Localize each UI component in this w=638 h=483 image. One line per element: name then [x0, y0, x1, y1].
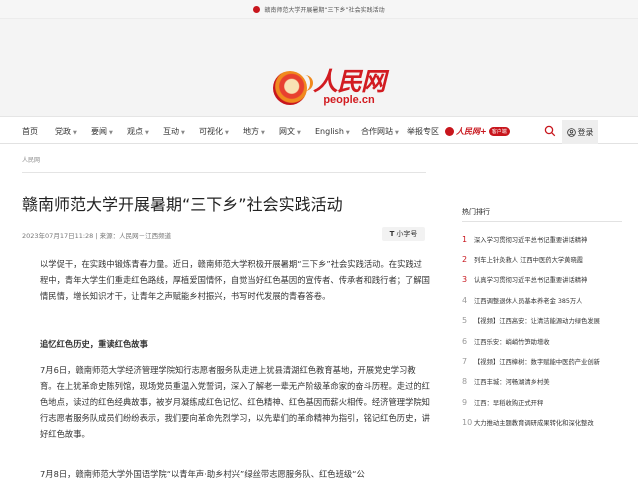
top-bar-title: 赣南师范大学开展暑期“三下乡”社会实践活动: [264, 6, 385, 14]
list-item[interactable]: 3 认真学习贯彻习近平总书记重要讲话精神: [462, 270, 622, 290]
nav-item-interact[interactable]: 互动 ▼: [163, 120, 185, 144]
hot-ranking-title: 热门排行: [462, 207, 622, 222]
header: 人民网 people.cn: [0, 19, 638, 117]
search-icon[interactable]: [544, 125, 556, 137]
divider: [22, 172, 426, 173]
main-nav: 首页 党政 ▼ 要闻 ▼ 观点 ▼ 互动 ▼ 可视化 ▼ 地方 ▼ 网文 ▼ English ▼…: [0, 120, 638, 144]
chevron-down-icon: ▼: [225, 130, 229, 136]
article-paragraph: 7月6日，赣南师范大学经济管理学院知行志愿者服务队走进上犹县清湖红色教育基地，开…: [40, 365, 430, 439]
list-item[interactable]: 7 【视频】江西樟树：数字赋能中医药产业创新: [462, 351, 622, 371]
list-item[interactable]: 10 大力推动主题教育调研成果转化和深化整改: [462, 413, 622, 433]
chevron-down-icon: ▼: [345, 130, 350, 136]
nav-item-local[interactable]: 地方 ▼: [243, 120, 265, 144]
logo-emblem-icon: [273, 70, 313, 105]
chevron-down-icon: ▼: [181, 130, 185, 136]
nav-item-opinion[interactable]: 观点 ▼: [127, 120, 149, 144]
list-item[interactable]: 4 江西调整退休人员基本养老金 385万人: [462, 290, 622, 310]
nav-item-news[interactable]: 要闻 ▼: [91, 120, 113, 144]
article-paragraph: 以学促干，在实践中锻炼青春力量。近日，赣南师范大学积极开展暑期“三下乡”社会实践…: [40, 259, 430, 301]
nav-item-english[interactable]: English ▼: [315, 120, 350, 144]
list-item[interactable]: 1 深入学习贯彻习近平总书记重要讲话精神: [462, 229, 622, 249]
chevron-down-icon: ▼: [145, 130, 149, 136]
login-label: 登录: [577, 127, 594, 137]
logo-cn-text: 人民网: [313, 67, 386, 96]
list-item[interactable]: 6 江西乐安：峭峭竹笋助增收: [462, 331, 622, 351]
app-badge: 客户端: [488, 127, 510, 136]
list-item[interactable]: 2 列车上针灸救人 江西中医药大学黄晓霞: [462, 249, 622, 269]
chevron-down-icon: ▼: [261, 130, 265, 136]
people-app-icon: [445, 127, 454, 136]
article-paragraph: 7月8日，赣南师范大学外国语学院“以青年声·助乡村兴”绿丝带志愿服务队、红色班级…: [40, 469, 365, 479]
font-size-button[interactable]: T 小字号: [382, 227, 425, 241]
nav-item-home[interactable]: 首页: [22, 120, 38, 144]
user-icon: [566, 127, 576, 137]
article-meta: 2023年07月17日11:28 | 来源：人民网－江西频道: [22, 232, 172, 240]
app-logo-text: 人民网+: [456, 126, 487, 136]
hot-ranking-list: 1 深入学习贯彻习近平总书记重要讲话精神 2 列车上针灸救人 江西中医药大学黄晓霞 …: [462, 229, 622, 433]
chevron-down-icon: ▼: [395, 130, 399, 136]
top-bar: 赣南师范大学开展暑期“三下乡”社会实践活动: [0, 0, 638, 19]
article-subheading: 追忆红色历史，重读红色故事: [40, 339, 148, 349]
nav-item-report[interactable]: 举报专区: [407, 120, 439, 144]
nav-item-partners[interactable]: 合作网站 ▼: [361, 120, 399, 144]
login-button[interactable]: 登录: [562, 120, 598, 144]
list-item[interactable]: 9 江西：早稻收购正式开秤: [462, 392, 622, 412]
chevron-down-icon: ▼: [73, 130, 77, 136]
site-logo[interactable]: 人民网 people.cn: [273, 67, 386, 106]
list-item[interactable]: 5 【视频】江西高安：让清洁能源动力绿色发展: [462, 311, 622, 331]
logo-en-text: people.cn: [323, 94, 375, 106]
font-size-label: 小字号: [396, 230, 418, 238]
nav-item-web-culture[interactable]: 网文 ▼: [279, 120, 301, 144]
hot-ranking: 热门排行 1 深入学习贯彻习近平总书记重要讲话精神 2 列车上针灸救人 江西中医药大…: [462, 207, 622, 433]
nav-item-politics[interactable]: 党政 ▼: [55, 120, 77, 144]
article-title: 赣南师范大学开展暑期“三下乡”社会实践活动: [22, 195, 343, 214]
font-size-icon: T: [389, 230, 395, 238]
people-logo-icon: [253, 5, 261, 13]
nav-item-visual[interactable]: 可视化 ▼: [199, 120, 229, 144]
chevron-down-icon: ▼: [109, 130, 113, 136]
list-item[interactable]: 8 江西丰城：河畅湖清乡村美: [462, 372, 622, 392]
breadcrumb[interactable]: 人民网: [22, 155, 40, 164]
app-download-link[interactable]: 人民网+ 客户端: [445, 126, 510, 137]
chevron-down-icon: ▼: [297, 130, 301, 136]
